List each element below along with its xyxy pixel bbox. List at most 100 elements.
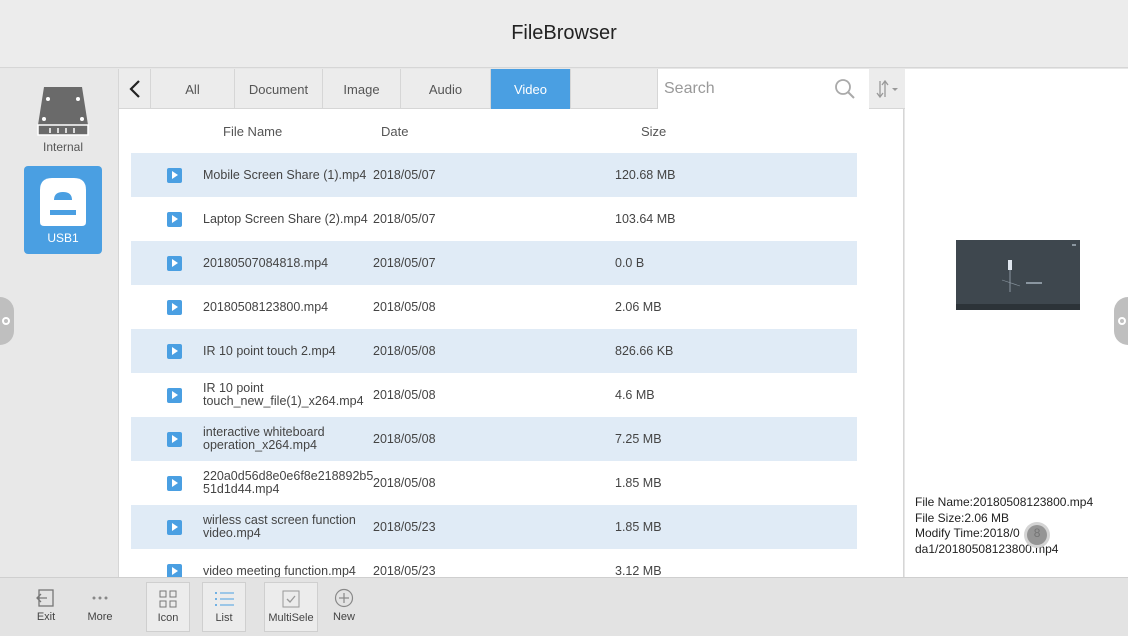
column-header-name[interactable]: File Name: [223, 109, 282, 153]
multiselect-label: MultiSele: [268, 612, 314, 624]
device-usb1-label: USB1: [47, 231, 79, 245]
more-button[interactable]: More: [78, 582, 122, 632]
video-file-icon: [167, 564, 182, 577]
icon-view-button[interactable]: Icon: [146, 582, 190, 632]
file-row[interactable]: 20180508123800.mp4 2018/05/08 2.06 MB: [131, 285, 857, 329]
video-thumbnail-image: [956, 240, 1080, 310]
info-file-size: File Size:2.06 MB: [915, 510, 1010, 525]
file-name: IR 10 point touch_new_file(1)_x264.mp4: [203, 381, 364, 408]
file-row[interactable]: 220a0d56d8e0e6f8e218892b551d1d44.mp4 201…: [131, 461, 857, 505]
video-file-icon: [167, 344, 182, 359]
file-size: 4.6 MB: [615, 388, 655, 402]
file-date: 2018/05/08: [373, 344, 436, 358]
file-name: wirless cast screen function video.mp4: [203, 513, 356, 540]
video-file-icon: [167, 212, 182, 227]
info-modify-time: Modify Time:2018/08: [915, 526, 1040, 540]
column-header-date[interactable]: Date: [381, 109, 408, 153]
tab-document[interactable]: Document: [235, 69, 323, 109]
video-file-icon: [167, 476, 182, 491]
tab-video[interactable]: Video: [491, 69, 571, 109]
list-icon: [215, 592, 234, 606]
file-date: 2018/05/07: [373, 168, 436, 182]
sort-button[interactable]: [869, 69, 905, 109]
info-file-path: da1/20180508123800.mp4: [915, 541, 1059, 556]
bottom-toolbar: Exit More Icon List MultiSele New: [0, 577, 1128, 636]
hard-drive-icon: [37, 87, 89, 136]
plus-circle-icon: [334, 588, 354, 608]
tab-image[interactable]: Image: [323, 69, 401, 109]
icon-view-label: Icon: [157, 612, 179, 624]
file-row[interactable]: interactive whiteboard operation_x264.mp…: [131, 417, 857, 461]
file-size: 1.85 MB: [615, 476, 662, 490]
sort-icon: [876, 79, 898, 99]
back-button[interactable]: [119, 69, 151, 109]
tab-audio[interactable]: Audio: [401, 69, 491, 109]
exit-icon: [36, 589, 54, 607]
file-size: 3.12 MB: [615, 564, 662, 577]
file-row[interactable]: Mobile Screen Share (1).mp4 2018/05/07 1…: [131, 153, 857, 197]
new-label: New: [332, 611, 355, 623]
list-view-label: List: [215, 612, 233, 624]
file-date: 2018/05/07: [373, 256, 436, 270]
file-name: interactive whiteboard operation_x264.mp…: [203, 425, 325, 452]
file-row[interactable]: video meeting function.mp4 2018/05/23 3.…: [131, 549, 857, 577]
file-row[interactable]: wirless cast screen function video.mp4 2…: [131, 505, 857, 549]
tab-all[interactable]: All: [151, 69, 235, 109]
file-size: 103.64 MB: [615, 212, 676, 226]
video-file-icon: [167, 168, 182, 183]
touch-indicator: [1024, 522, 1050, 548]
file-name: 220a0d56d8e0e6f8e218892b551d1d44.mp4: [203, 469, 374, 496]
file-size: 826.66 KB: [615, 344, 674, 358]
usb-drive-icon: [40, 178, 86, 226]
search-input[interactable]: [664, 77, 824, 101]
file-size: 7.25 MB: [615, 432, 662, 446]
file-row[interactable]: Laptop Screen Share (2).mp4 2018/05/07 1…: [131, 197, 857, 241]
video-thumbnail[interactable]: [956, 240, 1080, 310]
file-date: 2018/05/08: [373, 388, 436, 402]
file-browser-app: FileBrowser Internal USB1 All Document I…: [0, 0, 1128, 636]
file-size: 120.68 MB: [615, 168, 676, 182]
preview-panel: File Name:20180508123800.mp4 File Size:2…: [905, 69, 1128, 577]
file-name: 20180508123800.mp4: [203, 299, 329, 314]
file-date: 2018/05/08: [373, 476, 436, 490]
video-file-icon: [167, 300, 182, 315]
file-list-panel: All Document Image Audio Video File Name…: [118, 69, 905, 577]
file-list: Mobile Screen Share (1).mp4 2018/05/07 1…: [131, 153, 857, 577]
exit-label: Exit: [36, 611, 56, 623]
device-internal[interactable]: Internal: [24, 79, 102, 167]
file-size: 0.0 B: [615, 256, 645, 270]
search-box: [657, 69, 869, 109]
file-size: 2.06 MB: [615, 300, 662, 314]
more-icon: [92, 596, 108, 600]
search-icon[interactable]: [834, 78, 856, 100]
file-row[interactable]: IR 10 point touch 2.mp4 2018/05/08 826.6…: [131, 329, 857, 373]
device-usb1[interactable]: USB1: [24, 166, 102, 254]
left-drawer-handle[interactable]: [0, 297, 14, 345]
video-file-icon: [167, 432, 182, 447]
file-size: 1.85 MB: [615, 520, 662, 534]
grid-icon: [159, 590, 177, 608]
device-panel: Internal USB1: [0, 69, 118, 577]
column-header-size[interactable]: Size: [641, 109, 666, 153]
video-file-icon: [167, 388, 182, 403]
video-file-icon: [167, 520, 182, 535]
file-info: File Name:20180508123800.mp4 File Size:2…: [915, 495, 1093, 557]
file-row[interactable]: IR 10 point touch_new_file(1)_x264.mp4 2…: [131, 373, 857, 417]
list-view-button[interactable]: List: [202, 582, 246, 632]
device-internal-label: Internal: [42, 140, 84, 154]
file-name: IR 10 point touch 2.mp4: [203, 343, 336, 358]
chevron-left-icon: [128, 80, 140, 98]
multiselect-button[interactable]: MultiSele: [264, 582, 318, 632]
info-file-name: File Name:20180508123800.mp4: [915, 495, 1094, 509]
file-name: Mobile Screen Share (1).mp4: [203, 167, 367, 182]
new-button[interactable]: New: [322, 582, 366, 632]
filter-toolbar: All Document Image Audio Video: [119, 69, 905, 109]
title-bar: FileBrowser: [0, 0, 1128, 68]
file-row[interactable]: 20180507084818.mp4 2018/05/07 0.0 B: [131, 241, 857, 285]
exit-button[interactable]: Exit: [24, 582, 68, 632]
file-date: 2018/05/08: [373, 432, 436, 446]
app-title: FileBrowser: [511, 22, 617, 44]
video-file-icon: [167, 256, 182, 271]
right-drawer-handle[interactable]: [1114, 297, 1128, 345]
file-date: 2018/05/23: [373, 564, 436, 577]
